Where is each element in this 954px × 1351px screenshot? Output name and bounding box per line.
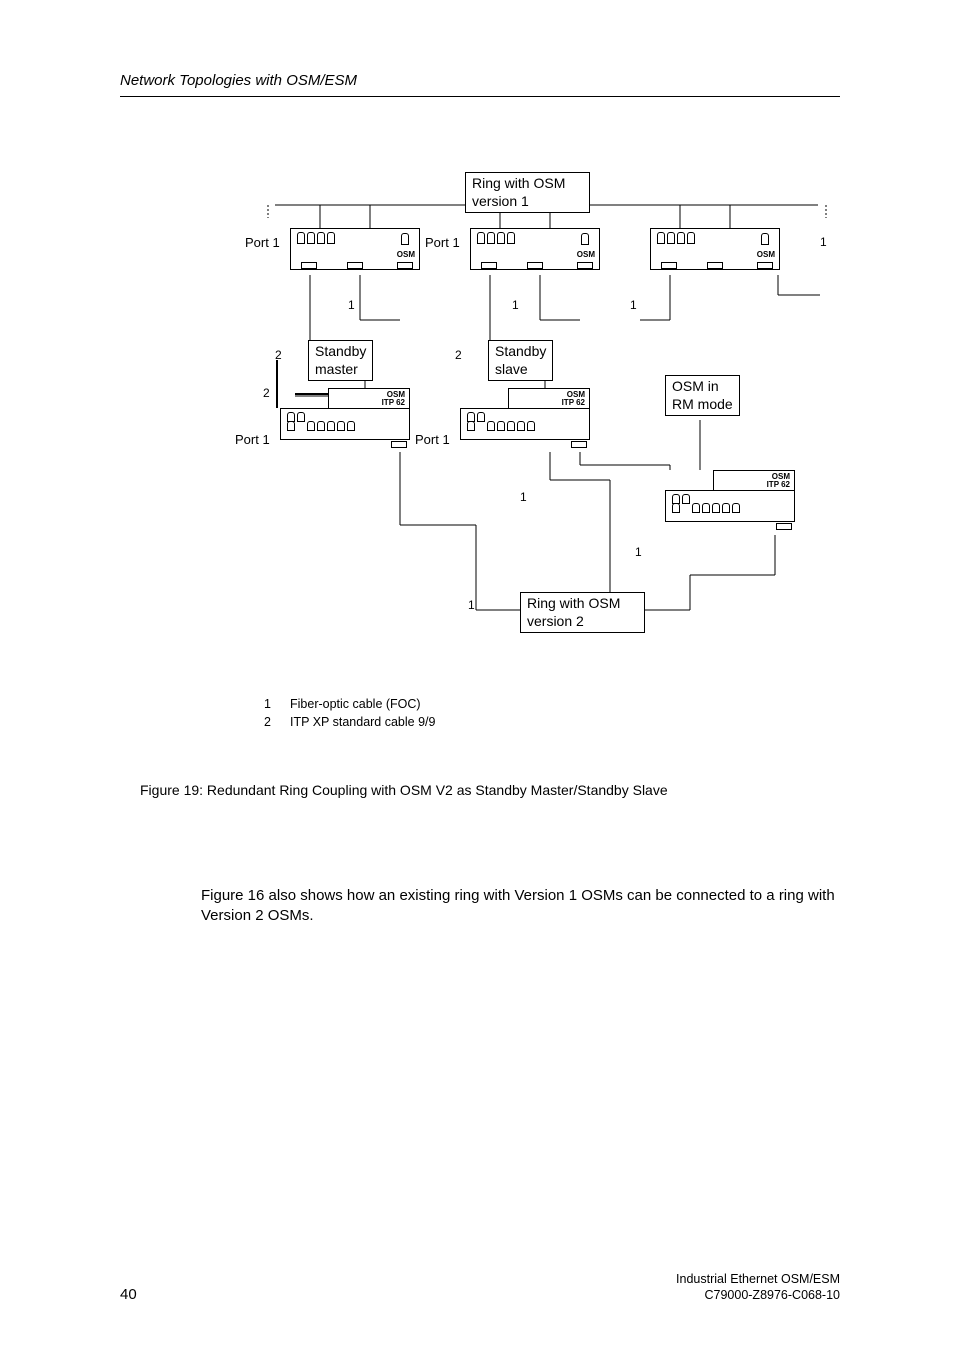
legend-text-2: ITP XP standard cable 9/9 — [290, 714, 435, 732]
osm-rm-mode-text: OSM in RM mode — [672, 378, 733, 412]
callout-1e: 1 — [635, 545, 642, 559]
callout-1f: 1 — [468, 598, 475, 612]
footer-line1: Industrial Ethernet OSM/ESM — [676, 1271, 840, 1287]
legend-row-1: 1 Fiber-optic cable (FOC) — [264, 696, 435, 714]
callout-2b: 2 — [263, 386, 270, 400]
standby-master-label: Standby master — [308, 340, 373, 381]
footer-right: Industrial Ethernet OSM/ESM C79000-Z8976… — [676, 1271, 840, 1304]
osm-label: OSM — [757, 250, 775, 259]
ring1-label-text: Ring with OSM version 1 — [472, 175, 565, 209]
page-header: Network Topologies with OSM/ESM — [120, 72, 357, 89]
osm-label: OSM — [397, 250, 415, 259]
callout-2c: 2 — [455, 348, 462, 362]
callout-1b: 1 — [512, 298, 519, 312]
standby-master-text: Standby master — [315, 343, 366, 377]
figure-caption: Figure 19: Redundant Ring Coupling with … — [140, 782, 668, 798]
ring1-label: Ring with OSM version 1 — [465, 172, 590, 213]
standby-slave-text: Standby slave — [495, 343, 546, 377]
callout-1-right: 1 — [820, 235, 827, 249]
osm-rm-mode-label: OSM in RM mode — [665, 375, 740, 416]
osm-itp62-label: OSM ITP 62 — [562, 391, 585, 407]
port1-label-3: Port 1 — [235, 432, 270, 447]
osm-v2-standby-master: OSM ITP 62 — [280, 388, 410, 448]
osm-itp62-label: OSM ITP 62 — [767, 473, 790, 489]
callout-1d: 1 — [520, 490, 527, 504]
callout-1c: 1 — [630, 298, 637, 312]
body-paragraph: Figure 16 also shows how an existing rin… — [201, 886, 841, 927]
osm-v1-module-2: OSM — [470, 228, 600, 270]
osm-label: OSM — [577, 250, 595, 259]
standby-slave-label: Standby slave — [488, 340, 553, 381]
callout-1a: 1 — [348, 298, 355, 312]
callout-2a: 2 — [275, 348, 282, 362]
legend-num-1: 1 — [264, 696, 290, 714]
legend-text-1: Fiber-optic cable (FOC) — [290, 696, 421, 714]
legend-row-2: 2 ITP XP standard cable 9/9 — [264, 714, 435, 732]
header-rule — [120, 96, 840, 97]
osm-v2-rm-mode: OSM ITP 62 — [665, 470, 795, 530]
port1-label-2: Port 1 — [425, 235, 460, 250]
port1-label-1: Port 1 — [245, 235, 280, 250]
osm-v1-module-1: OSM — [290, 228, 420, 270]
ring2-label-text: Ring with OSM version 2 — [527, 595, 620, 629]
osm-v2-standby-slave: OSM ITP 62 — [460, 388, 590, 448]
osm-itp62-label: OSM ITP 62 — [382, 391, 405, 407]
legend: 1 Fiber-optic cable (FOC) 2 ITP XP stand… — [264, 696, 435, 731]
port1-label-4: Port 1 — [415, 432, 450, 447]
osm-v1-module-3: OSM — [650, 228, 780, 270]
ring2-label: Ring with OSM version 2 — [520, 592, 645, 633]
footer-line2: C79000-Z8976-C068-10 — [676, 1287, 840, 1303]
network-diagram: Ring with OSM version 1 Port 1 OSM Port … — [120, 180, 840, 710]
legend-num-2: 2 — [264, 714, 290, 732]
page-number: 40 — [120, 1286, 137, 1303]
